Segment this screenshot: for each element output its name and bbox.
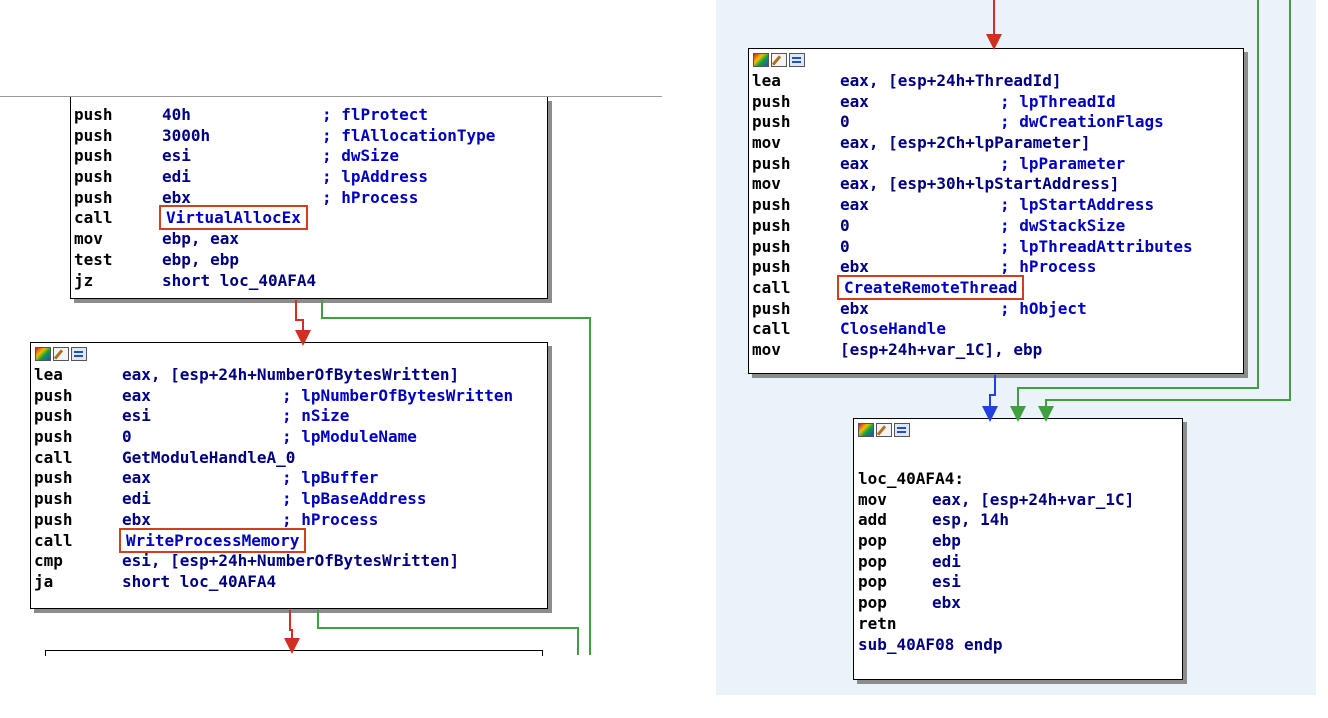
edge-taken[interactable] [284, 610, 300, 654]
edge-fallthrough[interactable] [1010, 0, 1259, 422]
edge-fallthrough[interactable] [317, 610, 579, 655]
edge-fallthrough[interactable] [1038, 0, 1291, 422]
edge-taken[interactable] [295, 300, 311, 346]
edge-fallthrough[interactable] [321, 300, 591, 655]
flow-edges [284, 0, 1291, 655]
edge-normal[interactable] [982, 375, 998, 422]
